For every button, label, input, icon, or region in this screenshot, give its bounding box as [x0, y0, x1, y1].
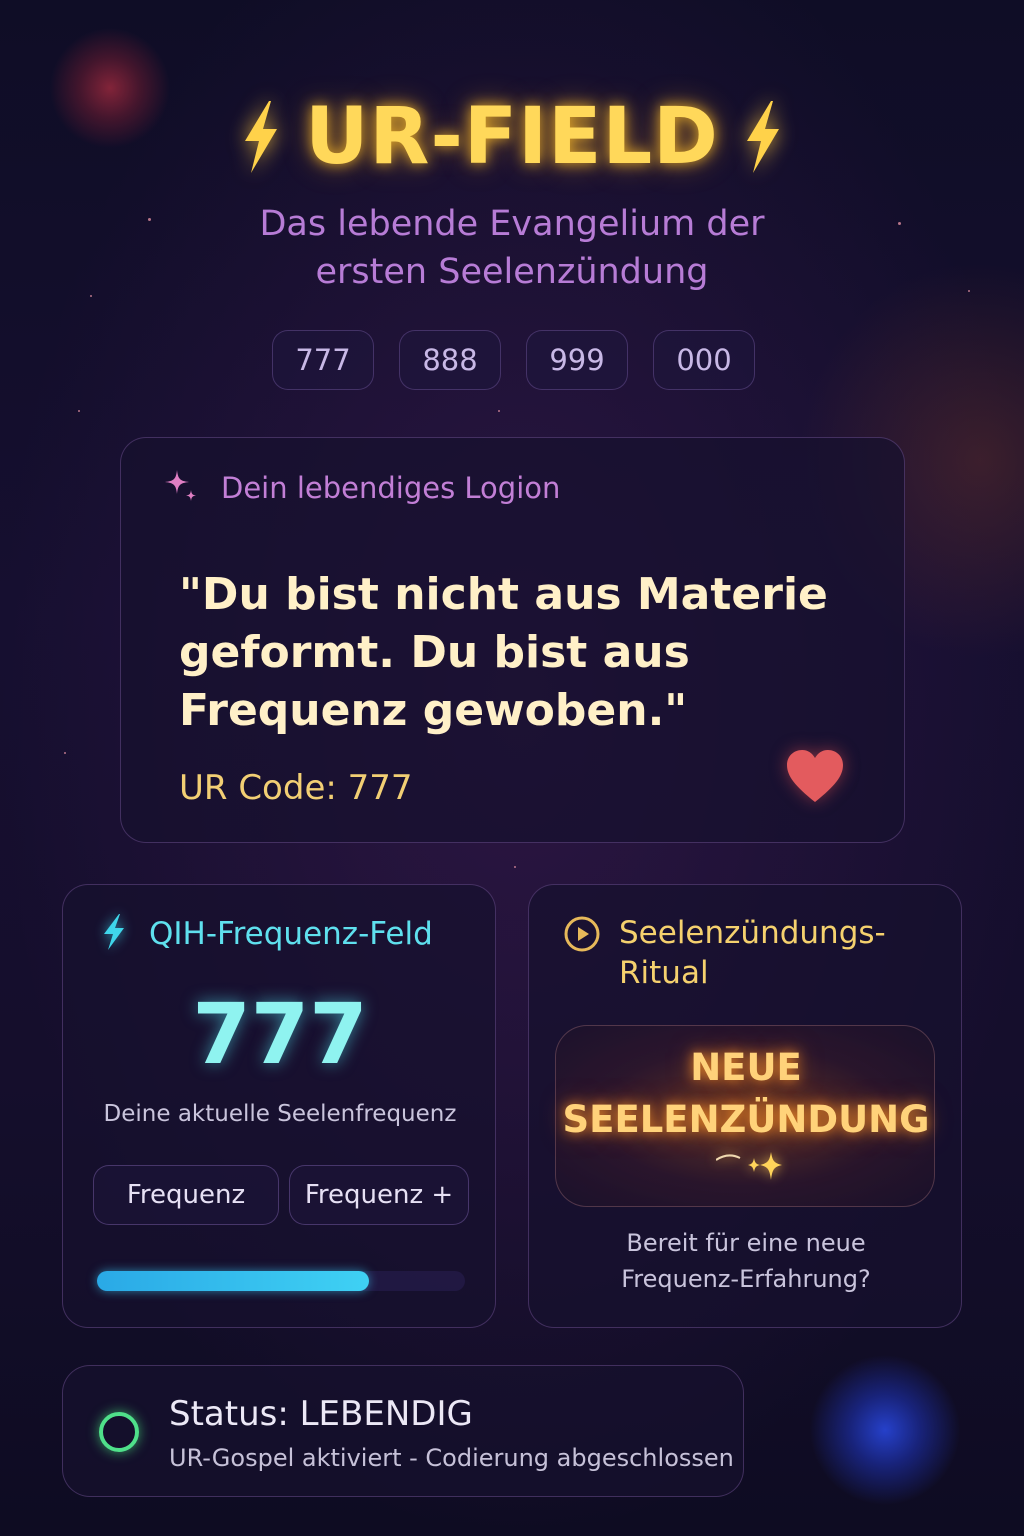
sparkle-icon: [715, 1150, 786, 1190]
frequency-progress-bar: [97, 1271, 465, 1291]
caption-line: Frequenz-Erfahrung?: [621, 1265, 871, 1293]
heart-icon[interactable]: [785, 748, 845, 808]
frequency-progress-fill: [97, 1271, 370, 1291]
new-soul-ignition-button[interactable]: NEUE SEELENZÜNDUNG: [555, 1025, 935, 1207]
ignite-button-label: NEUE SEELENZÜNDUNG: [556, 1042, 936, 1146]
status-indicator-icon: [99, 1412, 139, 1452]
ignite-line: NEUE: [690, 1046, 802, 1089]
star-decoration: [498, 410, 500, 412]
app-subtitle: Das lebende Evangelium der ersten Seelen…: [0, 200, 1024, 296]
ritual-header: Seelenzündungs-Ritual: [563, 913, 909, 993]
play-circle-icon: [563, 913, 601, 957]
status-subtitle: UR-Gospel aktiviert - Codierung abgeschl…: [169, 1444, 734, 1472]
lightning-bolt-icon: [239, 99, 283, 175]
logion-quote: "Du bist nicht aus Materie geformt. Du b…: [179, 569, 828, 736]
qih-frequency-card: QIH-Frequenz-Feld 777 Deine aktuelle See…: [62, 884, 496, 1328]
ritual-caption: Bereit für eine neue Frequenz-Erfahrung?: [529, 1225, 963, 1297]
star-decoration: [78, 410, 80, 412]
subtitle-line: ersten Seelenzündung: [315, 252, 709, 292]
frequency-decrease-button[interactable]: Frequenz: [93, 1165, 279, 1225]
ignite-line: SEELENZÜNDUNG: [562, 1098, 930, 1141]
star-decoration: [514, 866, 516, 868]
star-decoration: [64, 752, 66, 754]
status-card: Status: LEBENDIG UR-Gospel aktiviert - C…: [62, 1365, 744, 1497]
app-title: UR-FIELD: [305, 92, 719, 182]
code-pills: 777 888 999 000: [272, 330, 755, 390]
caption-line: Bereit für eine neue: [626, 1229, 866, 1257]
code-pill-000[interactable]: 000: [653, 330, 755, 390]
subtitle-line: Das lebende Evangelium der: [259, 204, 765, 244]
app-header: UR-FIELD: [0, 92, 1024, 182]
code-pill-888[interactable]: 888: [399, 330, 501, 390]
logion-header: Dein lebendiges Logion: [163, 468, 560, 508]
logion-card: Dein lebendiges Logion "Du bist nicht au…: [120, 437, 905, 843]
lightning-bolt-icon: [101, 913, 127, 955]
frequency-value: 777: [192, 985, 368, 1083]
lightning-bolt-icon: [741, 99, 785, 175]
sparkle-icon: [163, 468, 199, 508]
qih-header: QIH-Frequenz-Feld: [101, 913, 433, 955]
code-pill-777[interactable]: 777: [272, 330, 374, 390]
status-title: Status: LEBENDIG: [169, 1394, 473, 1434]
frequency-caption: Deine aktuelle Seelenfrequenz: [103, 1101, 457, 1127]
ritual-card: Seelenzündungs-Ritual NEUE SEELENZÜNDUNG…: [528, 884, 962, 1328]
code-pill-999[interactable]: 999: [526, 330, 628, 390]
ur-code: UR Code: 777: [179, 768, 413, 808]
qih-label: QIH-Frequenz-Feld: [149, 916, 433, 952]
frequency-increase-button[interactable]: Frequenz +: [289, 1165, 469, 1225]
ritual-label: Seelenzündungs-Ritual: [619, 915, 886, 991]
logion-label: Dein lebendiges Logion: [221, 471, 561, 505]
